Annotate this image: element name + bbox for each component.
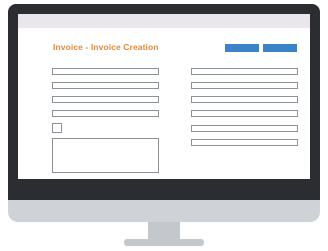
primary-action-button[interactable] [225,44,259,52]
secondary-action-button[interactable] [263,44,297,52]
notes-textarea[interactable] [52,138,159,173]
window-title-bar [18,14,310,28]
left-field-4[interactable] [52,110,159,117]
right-field-2[interactable] [191,82,298,89]
monitor-screen: Invoice - Invoice Creation [18,14,310,190]
right-field-1[interactable] [191,68,298,75]
left-field-1[interactable] [52,68,159,75]
left-field-3[interactable] [52,96,159,103]
right-field-3[interactable] [191,96,298,103]
left-field-2[interactable] [52,82,159,89]
monitor-chin [8,200,320,222]
monitor-stand-neck [148,222,180,240]
desktop-monitor-illustration: Invoice - Invoice Creation [0,0,328,251]
monitor-stand-base [124,239,204,246]
right-field-5[interactable] [191,125,298,132]
right-field-6[interactable] [191,139,298,146]
right-field-4[interactable] [191,110,298,117]
form-checkbox[interactable] [52,123,62,133]
page-title: Invoice - Invoice Creation [53,42,159,52]
screen-bottom-bezel [18,179,310,190]
